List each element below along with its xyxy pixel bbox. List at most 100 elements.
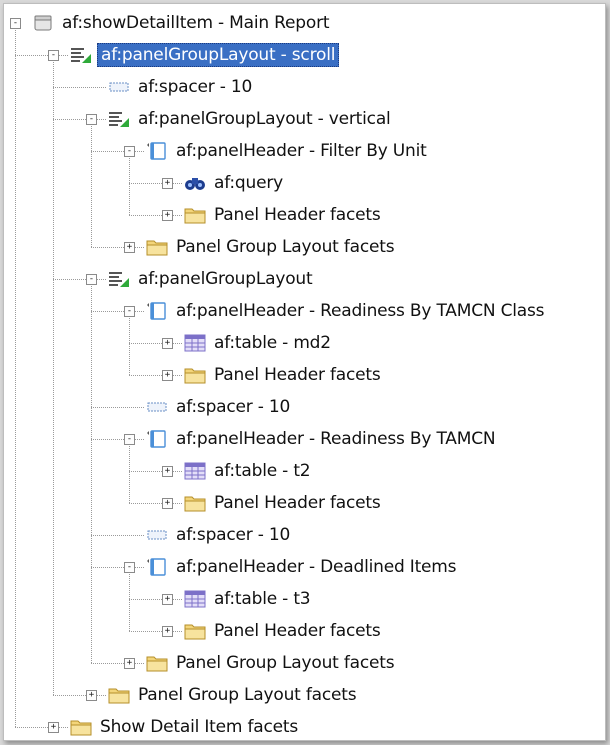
- tree-node[interactable]: Panel Group Layout facets: [108, 682, 359, 708]
- tree-node[interactable]: af:spacer - 10: [108, 74, 255, 100]
- tree-connector-line: [129, 183, 182, 184]
- tree-node[interactable]: af:panelHeader - Readiness By TAMCN: [146, 426, 498, 452]
- folder-icon: [184, 365, 206, 385]
- tree-connector-line: [129, 599, 182, 600]
- tree-node[interactable]: Panel Group Layout facets: [146, 650, 397, 676]
- tree-node[interactable]: af:panelHeader - Filter By Unit: [146, 138, 430, 164]
- panel-header-icon: [146, 429, 168, 449]
- collapse-toggle[interactable]: -: [124, 146, 135, 157]
- panel-header-icon: [146, 301, 168, 321]
- folder-icon: [146, 237, 168, 257]
- tree-node[interactable]: Panel Header facets: [184, 490, 384, 516]
- tree-node-label: af:panelHeader - Filter By Unit: [176, 141, 427, 161]
- minus-icon: -: [88, 114, 95, 124]
- minus-icon: -: [50, 50, 57, 60]
- folder-icon: [184, 205, 206, 225]
- tree-node[interactable]: af:showDetailItem - Main Report: [32, 10, 332, 36]
- tree-node-label: af:spacer - 10: [176, 525, 291, 545]
- expand-toggle[interactable]: +: [124, 658, 135, 669]
- tree-connector-line: [15, 28, 16, 727]
- folder-icon: [146, 653, 168, 673]
- spacer-icon: [146, 525, 168, 545]
- tree-connector-line: [129, 503, 182, 504]
- tree-connector-line: [129, 444, 130, 503]
- tree-node[interactable]: Show Detail Item facets: [70, 714, 301, 740]
- table-icon: [184, 461, 206, 481]
- tree-node[interactable]: Panel Header facets: [184, 202, 384, 228]
- folder-icon: [108, 685, 130, 705]
- plus-icon: +: [164, 178, 171, 188]
- minus-icon: -: [12, 18, 19, 28]
- tree-node-label: Panel Header facets: [214, 365, 381, 385]
- tree-connector-line: [91, 151, 144, 152]
- tree-node[interactable]: af:panelHeader - Deadlined Items: [146, 554, 459, 580]
- expand-toggle[interactable]: +: [124, 242, 135, 253]
- structure-panel: - af:showDetailItem - Main Report - af:pane…: [3, 3, 606, 741]
- collapse-toggle[interactable]: -: [10, 18, 21, 29]
- plus-icon: +: [50, 722, 57, 732]
- tree-node[interactable]: Panel Header facets: [184, 618, 384, 644]
- tree-node[interactable]: af:table - md2: [184, 330, 334, 356]
- tree-node-label: Panel Group Layout facets: [176, 653, 395, 673]
- tree-node-label: af:table - t3: [214, 589, 311, 609]
- plus-icon: +: [164, 466, 171, 476]
- tree-node[interactable]: af:spacer - 10: [146, 394, 293, 420]
- tree-connector-line: [91, 407, 144, 408]
- tree-node-label: Panel Header facets: [214, 205, 381, 225]
- expand-toggle[interactable]: +: [162, 178, 173, 189]
- expand-toggle[interactable]: +: [162, 210, 173, 221]
- expand-toggle[interactable]: +: [86, 690, 97, 701]
- expand-toggle[interactable]: +: [162, 498, 173, 509]
- tree-node[interactable]: Panel Group Layout facets: [146, 234, 397, 260]
- tree-node[interactable]: af:table - t3: [184, 586, 313, 612]
- tree-node-label: af:panelGroupLayout - vertical: [138, 109, 391, 129]
- collapse-toggle[interactable]: -: [124, 434, 135, 445]
- tree-node-label: Panel Header facets: [214, 493, 381, 513]
- panel-group-layout-icon: [70, 45, 92, 65]
- expand-toggle[interactable]: +: [48, 722, 59, 733]
- minus-icon: -: [88, 274, 95, 284]
- panel-group-layout-icon: [108, 269, 130, 289]
- expand-toggle[interactable]: +: [162, 626, 173, 637]
- tree-connector-line: [91, 124, 92, 247]
- tree-connector-line: [53, 279, 106, 280]
- expand-toggle[interactable]: +: [162, 370, 173, 381]
- expand-toggle[interactable]: +: [162, 594, 173, 605]
- minus-icon: -: [126, 306, 133, 316]
- tree-connector-line: [129, 343, 182, 344]
- tree-connector-line: [53, 695, 106, 696]
- tree-node[interactable]: af:panelHeader - Readiness By TAMCN Clas…: [146, 298, 547, 324]
- plus-icon: +: [164, 594, 171, 604]
- binoculars-icon: [184, 173, 206, 193]
- tree-node[interactable]: af:table - t2: [184, 458, 313, 484]
- collapse-toggle[interactable]: -: [48, 50, 59, 61]
- expand-toggle[interactable]: +: [162, 466, 173, 477]
- table-icon: [184, 589, 206, 609]
- tree-connector-line: [129, 215, 182, 216]
- tree-node-label: Panel Group Layout facets: [176, 237, 395, 257]
- collapse-toggle[interactable]: -: [124, 562, 135, 573]
- expand-toggle[interactable]: +: [162, 338, 173, 349]
- plus-icon: +: [126, 242, 133, 252]
- tree-node[interactable]: af:panelGroupLayout - scroll: [70, 42, 340, 68]
- tree-node[interactable]: af:panelGroupLayout: [108, 266, 315, 292]
- tree-connector-line: [91, 535, 144, 536]
- tree-node-label: af:table - md2: [214, 333, 331, 353]
- tree-node[interactable]: af:query: [184, 170, 286, 196]
- tree-node[interactable]: Panel Header facets: [184, 362, 384, 388]
- tree-connector-line: [91, 439, 144, 440]
- tree-node-label: af:table - t2: [214, 461, 311, 481]
- spacer-icon: [108, 77, 130, 97]
- collapse-toggle[interactable]: -: [86, 274, 97, 285]
- tree-node-label: af:panelHeader - Readiness By TAMCN Clas…: [176, 301, 545, 321]
- plus-icon: +: [126, 658, 133, 668]
- panel-header-icon: [146, 141, 168, 161]
- tree-connector-line: [129, 316, 130, 375]
- collapse-toggle[interactable]: -: [86, 114, 97, 125]
- plus-icon: +: [164, 626, 171, 636]
- tree-connector-line: [53, 60, 54, 695]
- collapse-toggle[interactable]: -: [124, 306, 135, 317]
- tree-node[interactable]: af:panelGroupLayout - vertical: [108, 106, 394, 132]
- spacer-icon: [146, 397, 168, 417]
- tree-node[interactable]: af:spacer - 10: [146, 522, 293, 548]
